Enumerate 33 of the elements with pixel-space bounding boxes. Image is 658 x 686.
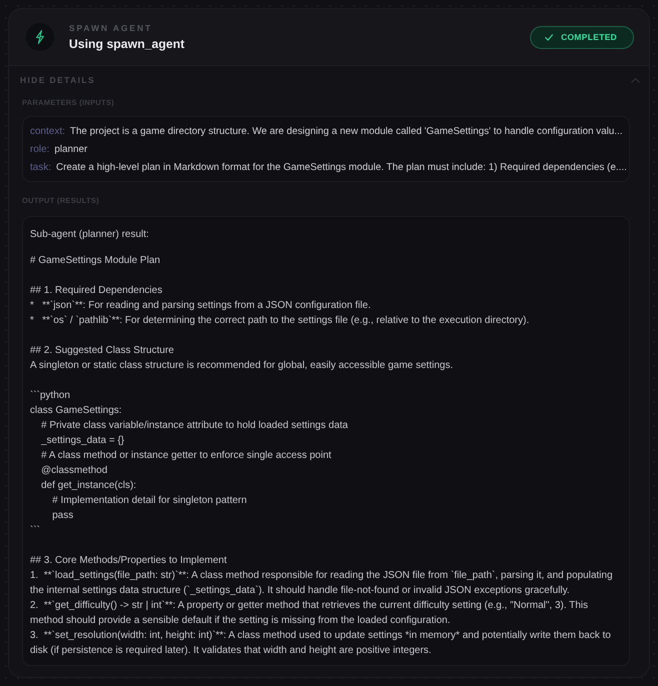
- output-line: * **`os` / `pathlib`**: For determining the correct path to the settings file (e.g., relative to the execution directory).: [30, 314, 530, 328]
- param-key: role:: [30, 141, 50, 159]
- check-icon: [544, 34, 553, 40]
- output-line: ## 3. Core Methods/Properties to Implement: [30, 554, 227, 568]
- output-line: 2. **`get_difficulty() -> str | int`**: A property or getter method that retrieves the current difficulty setting (e.g., "Normal", 3). This method should provide a sensible default if the setting is missing from the loaded configuration.: [30, 599, 589, 628]
- output-line: class GameSettings:: [30, 404, 122, 418]
- output-line: ```: [30, 524, 40, 538]
- output-line: @classmethod: [40, 464, 108, 478]
- output-line: pass: [51, 509, 74, 523]
- output-line: ```python: [30, 389, 70, 403]
- output-line: 3. **`set_resolution(width: int, height: int)`**: A class method used to update settings *in memory* and potentially write them back to disk (if persistence is required later). It validates that width and height are positive integers.: [30, 629, 612, 658]
- output-line: ## 2. Suggested Class Structure: [30, 344, 174, 358]
- param-value: Create a high-level plan in Markdown format for the GameSettings module. The plan must include: 1) Required dependencies (e....: [56, 161, 627, 175]
- output-line: A singleton or static class structure is recommended for global, easily accessible game settings.: [30, 359, 453, 373]
- output-line: def get_instance(cls):: [40, 479, 136, 493]
- lightning-icon: [26, 23, 54, 51]
- param-value: planner: [54, 143, 88, 157]
- output-line: # Implementation detail for singleton pattern: [51, 494, 247, 508]
- param-value: The project is a game directory structure. We are designing a new module called 'GameSettings' to handle configuration valu...: [70, 125, 623, 139]
- output-line: # GameSettings Module Plan: [30, 254, 160, 268]
- output-line: 1. **`load_settings(file_path: str)`**: A class method responsible for reading the JSON file from `file_path`, parsing it, and populating the internal settings data structure (`_settings_data`). It should handle file-not-found or invalid JSON exceptions gracefully.: [30, 569, 614, 598]
- status-label: COMPLETED: [560, 32, 617, 42]
- output-line: * **`json`**: For reading and parsing settings from a JSON configuration file.: [30, 299, 371, 313]
- param-key: context:: [30, 123, 66, 141]
- output-line: ## 1. Required Dependencies: [30, 284, 162, 298]
- param-key: task:: [30, 159, 52, 177]
- tool-title: Using spawn_agent: [69, 36, 184, 52]
- output-line: Sub-agent (planner) result:: [30, 228, 149, 242]
- output-line: # A class method or instance getter to enforce single access point: [40, 449, 332, 463]
- details-toggle[interactable]: HIDE DETAILS: [20, 73, 640, 87]
- tool-category: SPAWN AGENT: [69, 22, 152, 32]
- output-line: _settings_data = {}: [40, 434, 124, 448]
- output-line: # Private class variable/instance attribute to hold loaded settings data: [40, 419, 348, 433]
